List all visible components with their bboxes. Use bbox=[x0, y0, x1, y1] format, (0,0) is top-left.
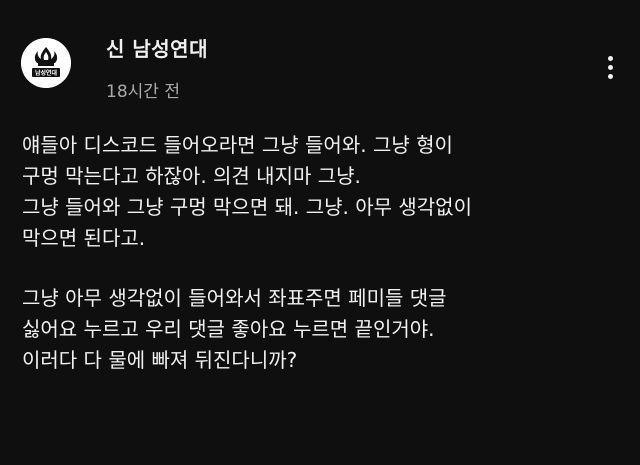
more-vertical-icon-dot bbox=[608, 65, 613, 70]
avatar-label: 남성연대 bbox=[35, 69, 58, 77]
channel-name-link[interactable]: 신 남성연대 bbox=[106, 33, 208, 62]
more-vertical-icon-dot bbox=[608, 74, 613, 79]
post-text-line: 싫어요 누르고 우리 댓글 좋아요 누르면 끝인거야. bbox=[22, 317, 435, 341]
post-text-line: 이러다 다 물에 빠져 뒤진다니까? bbox=[22, 348, 298, 372]
post-text-line: 구멍 막는다고 하잖아. 의견 내지마 그냥. bbox=[22, 164, 361, 188]
more-options-button[interactable] bbox=[596, 46, 626, 88]
post-text-line: 그냥 들어와 그냥 구멍 막으면 돼. 그냥. 아무 생각없이 bbox=[22, 195, 472, 219]
community-post: 남성연대 신 남성연대 18시간 전 얘들아 디스코드 들어오라면 그냥 들어와… bbox=[0, 0, 640, 465]
post-timestamp[interactable]: 18시간 전 bbox=[106, 77, 180, 102]
post-text: 얘들아 디스코드 들어오라면 그냥 들어와. 그냥 형이 구멍 막는다고 하잖아… bbox=[22, 130, 622, 376]
post-text-line: 막으면 된다고. bbox=[22, 226, 146, 250]
post-text-line: 얘들아 디스코드 들어오라면 그냥 들어와. 그냥 형이 bbox=[22, 133, 453, 157]
post-text-line: 그냥 아무 생각없이 들어와서 좌표주면 페미들 댓글 bbox=[22, 286, 447, 310]
more-vertical-icon bbox=[608, 56, 613, 61]
flame-logo-icon: 남성연대 bbox=[21, 38, 71, 88]
channel-avatar[interactable]: 남성연대 bbox=[21, 38, 71, 88]
